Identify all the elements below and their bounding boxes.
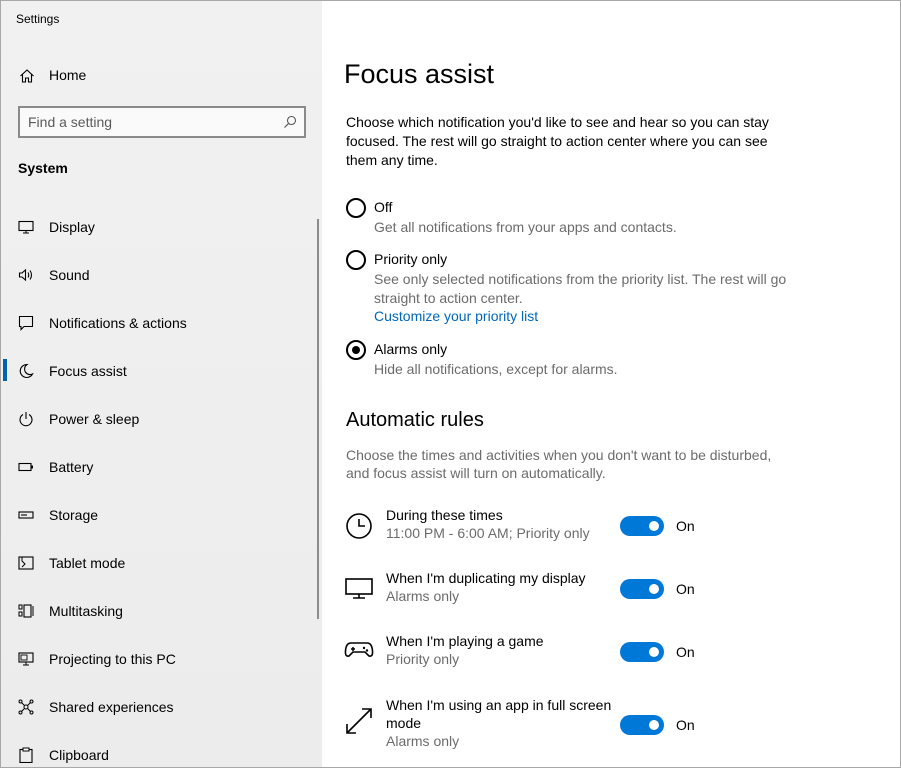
window-title: Settings bbox=[16, 12, 60, 26]
rule-name: When I'm playing a game bbox=[386, 633, 544, 649]
clock-icon bbox=[346, 513, 372, 539]
sidebar-item-power-sleep[interactable]: Power & sleep bbox=[1, 395, 322, 443]
sidebar-item-battery[interactable]: Battery bbox=[1, 443, 322, 491]
search-icon[interactable] bbox=[282, 114, 298, 130]
option-label: Alarms only bbox=[374, 341, 448, 357]
sidebar-item-notifications[interactable]: Notifications & actions bbox=[1, 299, 322, 347]
rule-name: When I'm duplicating my display bbox=[386, 570, 586, 586]
sidebar-item-clipboard[interactable]: Clipboard bbox=[1, 731, 322, 767]
settings-window: Settings Home System Display Sound Notif… bbox=[0, 0, 901, 768]
sidebar-item-label: Clipboard bbox=[49, 747, 109, 763]
sidebar-item-storage[interactable]: Storage bbox=[1, 491, 322, 539]
option-label: Priority only bbox=[374, 251, 448, 267]
section-title: System bbox=[18, 160, 68, 176]
automatic-rules-heading: Automatic rules bbox=[346, 409, 484, 431]
sidebar-item-label: Focus assist bbox=[49, 363, 127, 379]
rule-sub: Priority only bbox=[386, 651, 460, 667]
monitor-icon bbox=[18, 220, 34, 234]
sidebar: Settings Home System Display Sound Notif… bbox=[1, 1, 322, 767]
rule-toggle[interactable] bbox=[620, 579, 664, 599]
rule-sub: Alarms only bbox=[386, 588, 460, 604]
search-box[interactable] bbox=[18, 106, 306, 138]
toggle-state: On bbox=[676, 581, 695, 597]
notifications-icon bbox=[18, 315, 34, 331]
sidebar-item-label: Display bbox=[49, 219, 95, 235]
rule-sub: Alarms only bbox=[386, 733, 460, 749]
shared-icon bbox=[18, 699, 34, 715]
rule-toggle[interactable] bbox=[620, 516, 664, 536]
multitasking-icon bbox=[18, 604, 34, 618]
sidebar-nav: Display Sound Notifications & actions Fo… bbox=[1, 203, 322, 767]
sidebar-item-tablet-mode[interactable]: Tablet mode bbox=[1, 539, 322, 587]
sidebar-item-projecting[interactable]: Projecting to this PC bbox=[1, 635, 322, 683]
rule-name: During these times bbox=[386, 507, 503, 523]
radio-off[interactable] bbox=[346, 198, 366, 218]
home-icon bbox=[20, 69, 34, 83]
toggle-state: On bbox=[676, 717, 695, 733]
customize-priority-link[interactable]: Customize your priority list bbox=[374, 308, 538, 324]
intro-text: Choose which notification you'd like to … bbox=[346, 114, 769, 168]
sidebar-item-label: Projecting to this PC bbox=[49, 651, 176, 667]
speaker-icon bbox=[18, 268, 33, 282]
sidebar-item-display[interactable]: Display bbox=[1, 203, 322, 251]
rule-toggle[interactable] bbox=[620, 715, 664, 735]
option-label: Off bbox=[374, 199, 393, 215]
sidebar-item-label: Multitasking bbox=[49, 603, 123, 619]
sidebar-item-focus-assist[interactable]: Focus assist bbox=[1, 347, 322, 395]
storage-icon bbox=[18, 511, 34, 519]
sidebar-item-multitasking[interactable]: Multitasking bbox=[1, 587, 322, 635]
home-label: Home bbox=[49, 67, 87, 83]
rule-toggle[interactable] bbox=[620, 642, 664, 662]
display-icon bbox=[345, 578, 373, 599]
sidebar-item-label: Notifications & actions bbox=[49, 315, 187, 331]
option-desc: See only selected notifications from the… bbox=[374, 271, 787, 306]
sidebar-item-shared-experiences[interactable]: Shared experiences bbox=[1, 683, 322, 731]
toggle-state: On bbox=[676, 644, 695, 660]
home-nav-item[interactable]: Home bbox=[1, 61, 322, 91]
moon-icon bbox=[19, 363, 34, 378]
radio-alarms-only[interactable] bbox=[346, 340, 366, 360]
automatic-rules-desc: Choose the times and activities when you… bbox=[346, 447, 772, 481]
gamepad-icon bbox=[344, 642, 374, 657]
fullscreen-icon bbox=[346, 708, 372, 734]
option-desc: Hide all notifications, except for alarm… bbox=[374, 361, 618, 377]
rule-sub: 11:00 PM - 6:00 AM; Priority only bbox=[386, 525, 590, 541]
projecting-icon bbox=[18, 652, 34, 666]
battery-icon bbox=[18, 462, 33, 472]
clipboard-icon bbox=[19, 747, 33, 763]
radio-priority-only[interactable] bbox=[346, 250, 366, 270]
option-desc: Get all notifications from your apps and… bbox=[374, 219, 677, 235]
sidebar-item-label: Sound bbox=[49, 267, 90, 283]
page-title: Focus assist bbox=[344, 59, 495, 89]
sidebar-item-label: Power & sleep bbox=[49, 411, 140, 427]
rule-name: When I'm using an app in full screen mod… bbox=[386, 697, 612, 731]
sidebar-item-label: Shared experiences bbox=[49, 699, 174, 715]
toggle-state: On bbox=[676, 518, 695, 534]
sidebar-item-label: Tablet mode bbox=[49, 555, 126, 571]
main-content: Focus assist Choose which notification y… bbox=[322, 1, 900, 767]
search-input[interactable] bbox=[28, 113, 268, 131]
sidebar-item-label: Storage bbox=[49, 507, 99, 523]
sidebar-item-sound[interactable]: Sound bbox=[1, 251, 322, 299]
power-icon bbox=[19, 412, 33, 427]
tablet-icon bbox=[18, 556, 34, 570]
sidebar-item-label: Battery bbox=[49, 459, 94, 475]
